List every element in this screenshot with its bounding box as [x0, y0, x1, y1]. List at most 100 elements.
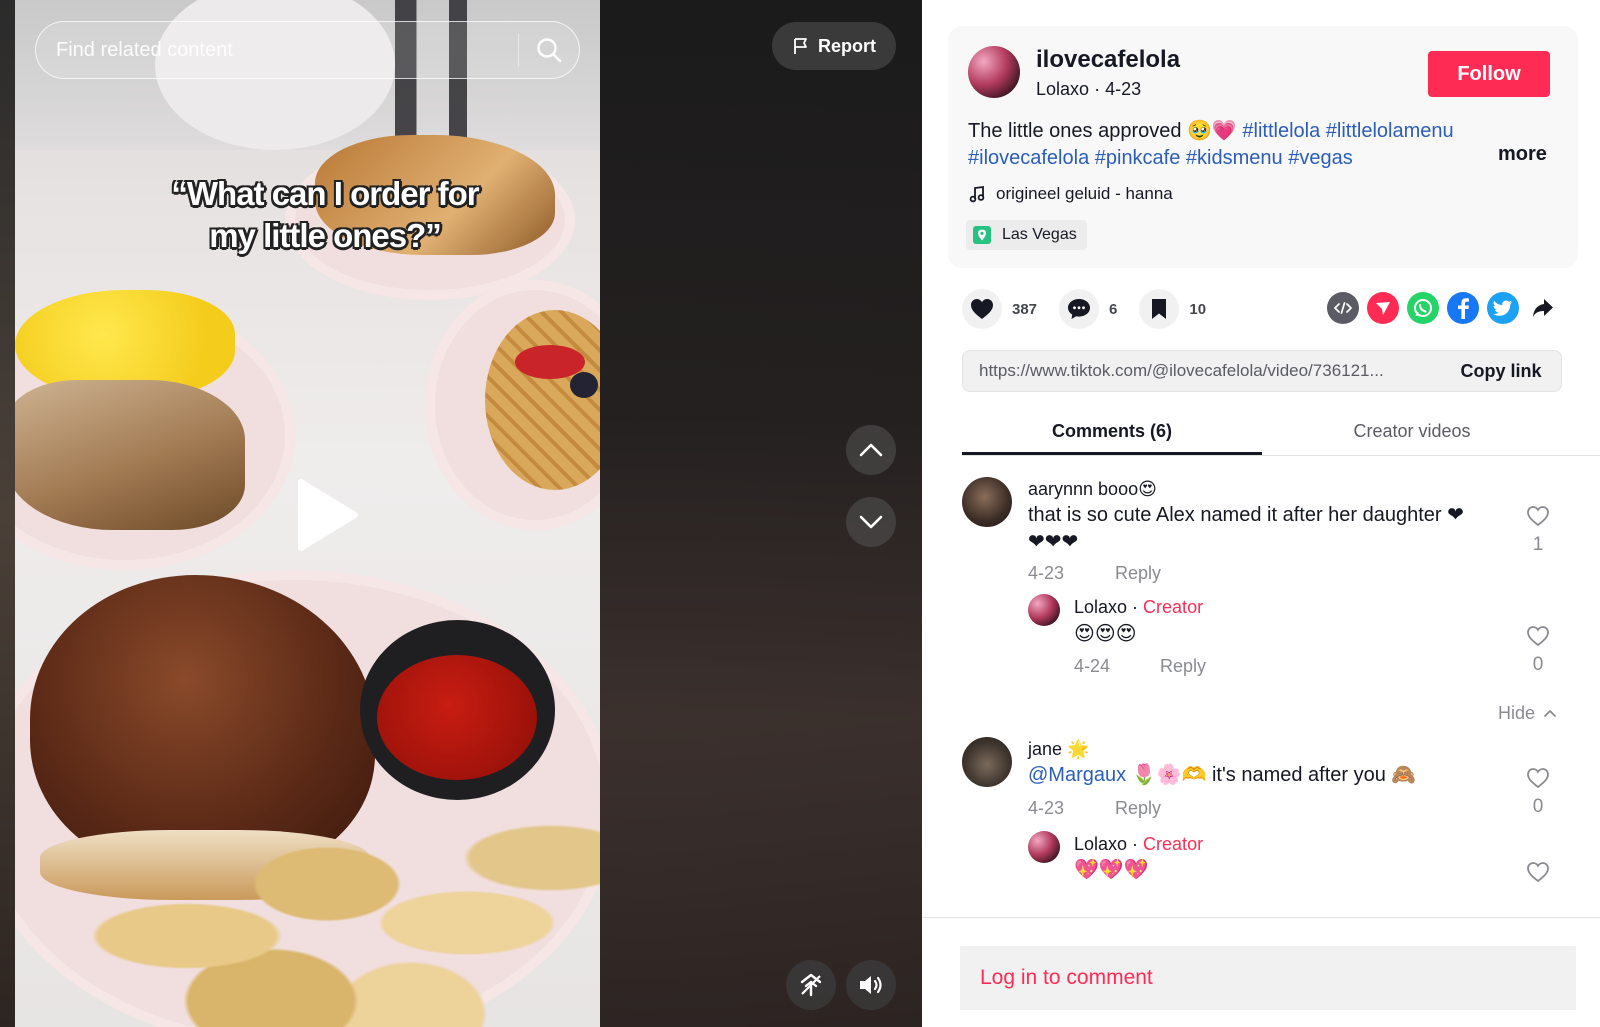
- ketchup-shape: [377, 655, 537, 780]
- whatsapp-icon[interactable]: [1407, 292, 1439, 324]
- report-button[interactable]: Report: [772, 22, 896, 70]
- reply-date: 4-24: [1074, 656, 1111, 676]
- search-icon: [537, 38, 562, 63]
- volume-button[interactable]: [846, 960, 896, 1010]
- post-info-card: ilovecafelola Lolaxo · 4-23 Follow The l…: [948, 26, 1578, 268]
- search-input[interactable]: [36, 22, 518, 78]
- volume-icon: [860, 976, 882, 994]
- comment-count: 6: [1109, 300, 1118, 318]
- next-video-button[interactable]: [846, 497, 896, 547]
- music-link[interactable]: origineel geluid - hanna: [968, 184, 1173, 204]
- comment-button[interactable]: 6: [1059, 289, 1117, 329]
- post-date: 4-23: [1105, 79, 1142, 99]
- avatar[interactable]: [962, 477, 1012, 527]
- comment-text-line: that is so cute Alex named it after her …: [1028, 504, 1464, 526]
- reply-author-name[interactable]: Lolaxo: [1074, 834, 1127, 854]
- reply-author: Lolaxo · Creator: [1074, 834, 1203, 855]
- comment-text: that is so cute Alex named it after her …: [1028, 502, 1464, 556]
- video-url[interactable]: https://www.tiktok.com/@ilovecafelola/vi…: [963, 361, 1441, 381]
- avatar[interactable]: [968, 46, 1020, 98]
- description-text: The little ones approved 🥹💗: [968, 120, 1243, 142]
- save-button[interactable]: 10: [1139, 289, 1206, 329]
- chips-shape: [75, 780, 600, 1027]
- reply-text: 💖💖💖: [1074, 859, 1149, 881]
- comment-list[interactable]: aarynnn booo😍 that is so cute Alex named…: [922, 457, 1600, 917]
- music-note-icon: [969, 185, 985, 203]
- author-username[interactable]: ilovecafelola: [1036, 46, 1180, 74]
- previous-video-button[interactable]: [846, 425, 896, 475]
- comment-like-count: 0: [1532, 654, 1544, 675]
- send-icon[interactable]: [1367, 292, 1399, 324]
- comment-like-count: 1: [1532, 534, 1544, 555]
- heart-icon: [971, 299, 993, 319]
- separator-dot: ·: [1094, 79, 1106, 99]
- comment-like-button[interactable]: 1: [1518, 505, 1558, 556]
- twitter-icon[interactable]: [1487, 292, 1519, 324]
- flag-icon: [794, 38, 807, 54]
- login-label: Log in to comment: [980, 966, 1153, 989]
- caption-line: “What can I order for: [171, 175, 479, 212]
- location-chip[interactable]: Las Vegas: [966, 220, 1087, 250]
- share-arrow-icon[interactable]: [1527, 292, 1559, 324]
- play-icon[interactable]: [295, 478, 359, 552]
- avatar[interactable]: [962, 737, 1012, 787]
- tab-bar: Comments (6) Creator videos: [962, 412, 1600, 456]
- video-player-area[interactable]: “What can I order for my little ones?” R…: [0, 0, 922, 1027]
- reply-button[interactable]: Reply: [1115, 563, 1161, 584]
- tiktok-video-page: “What can I order for my little ones?” R…: [0, 0, 1600, 1027]
- floating-player-button[interactable]: [786, 960, 836, 1010]
- background-edge: [0, 0, 15, 1027]
- hide-replies-button[interactable]: Hide: [1498, 703, 1557, 724]
- footer-divider: [922, 917, 1600, 918]
- tab-comments[interactable]: Comments (6): [962, 412, 1262, 455]
- embed-icon[interactable]: [1327, 292, 1359, 324]
- chevron-up-icon: [1544, 710, 1556, 717]
- separator-dot: ·: [1127, 834, 1144, 854]
- comment-author[interactable]: aarynnn booo😍: [1028, 479, 1157, 500]
- comment-author[interactable]: jane 🌟: [1028, 739, 1089, 760]
- toast-shape: [15, 380, 245, 530]
- reply-button[interactable]: Reply: [1160, 656, 1206, 677]
- comment-icon: [1068, 299, 1091, 319]
- login-to-comment-button[interactable]: Log in to comment: [960, 946, 1576, 1010]
- save-count: 10: [1189, 300, 1207, 318]
- video-frame[interactable]: “What can I order for my little ones?”: [15, 0, 600, 1027]
- chevron-up-icon: [859, 443, 883, 457]
- heart-outline-icon: [1527, 626, 1549, 647]
- like-count: 387: [1012, 300, 1038, 318]
- author-subline: Lolaxo · 4-23: [1036, 79, 1141, 100]
- hashtag-link[interactable]: #littlelola #littlelolamenu: [1242, 120, 1453, 142]
- reply-text: 😍😍😍: [1074, 623, 1137, 645]
- tab-creator-videos[interactable]: Creator videos: [1262, 412, 1562, 455]
- follow-button[interactable]: Follow: [1428, 51, 1550, 97]
- reply-author-name[interactable]: Lolaxo: [1074, 597, 1127, 617]
- hashtag-link[interactable]: #ilovecafelola #pinkcafe #kidsmenu #vega…: [968, 147, 1353, 169]
- facebook-icon[interactable]: [1447, 292, 1479, 324]
- avatar[interactable]: [1028, 831, 1060, 863]
- comment-text-line: ❤❤❤: [1028, 531, 1079, 553]
- copy-link-box: https://www.tiktok.com/@ilovecafelola/vi…: [962, 350, 1562, 392]
- separator-dot: ·: [1127, 597, 1144, 617]
- comment-like-button[interactable]: [1518, 861, 1558, 888]
- like-button[interactable]: 387: [962, 289, 1037, 329]
- author-nickname[interactable]: Lolaxo: [1036, 79, 1089, 99]
- action-bar: 387 6 10: [962, 289, 1228, 329]
- comment-like-count: 0: [1532, 796, 1544, 817]
- hide-label: Hide: [1498, 703, 1536, 723]
- copy-link-button[interactable]: Copy link: [1441, 361, 1561, 382]
- float-player-icon: [800, 973, 822, 997]
- comment-like-button[interactable]: 0: [1518, 767, 1558, 818]
- search-button[interactable]: [519, 21, 579, 79]
- comment-text: @Margaux 🌷🌸🫶 it's named after you 🙈: [1028, 762, 1416, 789]
- reply-button[interactable]: Reply: [1115, 798, 1161, 819]
- more-button[interactable]: more: [1498, 143, 1547, 166]
- blueberry-shape: [570, 372, 598, 398]
- post-description: The little ones approved 🥹💗 #littlelola …: [968, 118, 1498, 172]
- chevron-down-icon: [859, 515, 883, 529]
- mention-link[interactable]: @Margaux: [1028, 764, 1126, 786]
- caption-line: my little ones?”: [209, 217, 442, 254]
- avatar[interactable]: [1028, 594, 1060, 626]
- comment-like-button[interactable]: 0: [1518, 625, 1558, 676]
- share-icons: [1327, 292, 1559, 324]
- heart-outline-icon: [1527, 862, 1549, 883]
